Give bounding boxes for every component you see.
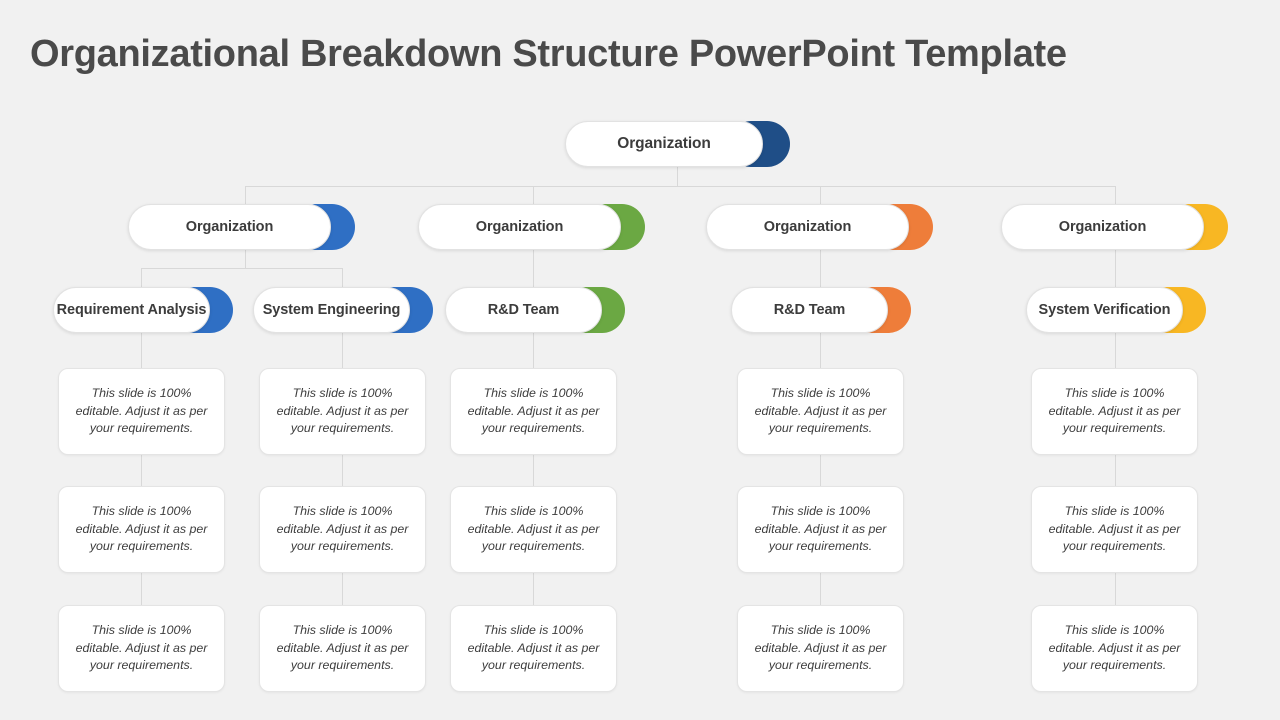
note-text: This slide is 100% editable. Adjust it a… bbox=[754, 622, 887, 673]
connector-level2-bus bbox=[245, 186, 1116, 187]
note-text: This slide is 100% editable. Adjust it a… bbox=[75, 622, 208, 673]
node-level3-3[interactable]: R&D Team bbox=[445, 287, 625, 333]
note-box[interactable]: This slide is 100% editable. Adjust it a… bbox=[450, 486, 617, 573]
node-level3-4[interactable]: R&D Team bbox=[731, 287, 911, 333]
node-root-label: Organization bbox=[617, 135, 711, 152]
node-level2-2[interactable]: Organization bbox=[418, 204, 645, 250]
note-text: This slide is 100% editable. Adjust it a… bbox=[754, 503, 887, 554]
connector-branch1-down bbox=[245, 250, 246, 269]
node-level2-3-face: Organization bbox=[706, 204, 909, 250]
connector-root-down bbox=[677, 167, 678, 187]
note-text: This slide is 100% editable. Adjust it a… bbox=[467, 385, 600, 436]
note-text: This slide is 100% editable. Adjust it a… bbox=[276, 503, 409, 554]
note-text: This slide is 100% editable. Adjust it a… bbox=[1048, 385, 1181, 436]
node-level3-2-face: System Engineering bbox=[253, 287, 410, 333]
node-level2-4-face: Organization bbox=[1001, 204, 1204, 250]
node-level2-2-label: Organization bbox=[475, 219, 564, 235]
note-box[interactable]: This slide is 100% editable. Adjust it a… bbox=[737, 368, 904, 455]
note-box[interactable]: This slide is 100% editable. Adjust it a… bbox=[259, 486, 426, 573]
note-box[interactable]: This slide is 100% editable. Adjust it a… bbox=[58, 486, 225, 573]
node-level3-1[interactable]: Requirement Analysis bbox=[53, 287, 233, 333]
note-text: This slide is 100% editable. Adjust it a… bbox=[276, 622, 409, 673]
node-level2-3[interactable]: Organization bbox=[706, 204, 933, 250]
note-box[interactable]: This slide is 100% editable. Adjust it a… bbox=[737, 486, 904, 573]
node-level3-5[interactable]: System Verification bbox=[1026, 287, 1206, 333]
note-box[interactable]: This slide is 100% editable. Adjust it a… bbox=[259, 368, 426, 455]
connector-branch3-down bbox=[820, 250, 821, 292]
note-box[interactable]: This slide is 100% editable. Adjust it a… bbox=[450, 368, 617, 455]
node-level2-1-face: Organization bbox=[128, 204, 331, 250]
note-text: This slide is 100% editable. Adjust it a… bbox=[75, 503, 208, 554]
note-text: This slide is 100% editable. Adjust it a… bbox=[276, 385, 409, 436]
node-level3-2[interactable]: System Engineering bbox=[253, 287, 433, 333]
node-root-face: Organization bbox=[565, 121, 763, 167]
note-box[interactable]: This slide is 100% editable. Adjust it a… bbox=[1031, 486, 1198, 573]
note-box[interactable]: This slide is 100% editable. Adjust it a… bbox=[1031, 605, 1198, 692]
connector-branch4-down bbox=[1115, 250, 1116, 292]
node-root[interactable]: Organization bbox=[565, 121, 790, 167]
node-level3-4-label: R&D Team bbox=[773, 302, 846, 318]
node-level3-5-face: System Verification bbox=[1026, 287, 1183, 333]
note-box[interactable]: This slide is 100% editable. Adjust it a… bbox=[737, 605, 904, 692]
node-level3-4-face: R&D Team bbox=[731, 287, 888, 333]
note-text: This slide is 100% editable. Adjust it a… bbox=[754, 385, 887, 436]
node-level2-2-face: Organization bbox=[418, 204, 621, 250]
note-box[interactable]: This slide is 100% editable. Adjust it a… bbox=[58, 368, 225, 455]
note-text: This slide is 100% editable. Adjust it a… bbox=[467, 503, 600, 554]
node-level2-4-label: Organization bbox=[1058, 219, 1147, 235]
note-text: This slide is 100% editable. Adjust it a… bbox=[467, 622, 600, 673]
connector-branch1-bus bbox=[141, 268, 343, 269]
node-level2-1-label: Organization bbox=[185, 219, 274, 235]
note-box[interactable]: This slide is 100% editable. Adjust it a… bbox=[259, 605, 426, 692]
node-level2-1[interactable]: Organization bbox=[128, 204, 355, 250]
note-text: This slide is 100% editable. Adjust it a… bbox=[1048, 622, 1181, 673]
note-text: This slide is 100% editable. Adjust it a… bbox=[1048, 503, 1181, 554]
node-level3-5-label: System Verification bbox=[1038, 302, 1171, 318]
node-level3-3-face: R&D Team bbox=[445, 287, 602, 333]
note-box[interactable]: This slide is 100% editable. Adjust it a… bbox=[450, 605, 617, 692]
node-level2-3-label: Organization bbox=[763, 219, 852, 235]
node-level3-1-label: Requirement Analysis bbox=[56, 302, 207, 318]
node-level3-1-face: Requirement Analysis bbox=[53, 287, 210, 333]
connector-branch2-down bbox=[533, 250, 534, 292]
note-box[interactable]: This slide is 100% editable. Adjust it a… bbox=[58, 605, 225, 692]
slide-canvas: Organizational Breakdown Structure Power… bbox=[0, 0, 1280, 720]
node-level2-4[interactable]: Organization bbox=[1001, 204, 1228, 250]
note-box[interactable]: This slide is 100% editable. Adjust it a… bbox=[1031, 368, 1198, 455]
node-level3-2-label: System Engineering bbox=[262, 302, 401, 318]
note-text: This slide is 100% editable. Adjust it a… bbox=[75, 385, 208, 436]
page-title: Organizational Breakdown Structure Power… bbox=[30, 33, 1067, 75]
node-level3-3-label: R&D Team bbox=[487, 302, 560, 318]
